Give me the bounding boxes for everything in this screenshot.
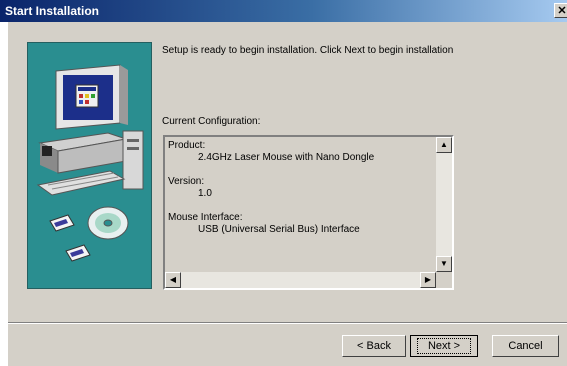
floppy-disk-icon bbox=[49, 214, 75, 232]
current-configuration-label: Current Configuration: bbox=[162, 116, 261, 127]
version-value: 1.0 bbox=[198, 188, 212, 199]
horizontal-scrollbar[interactable]: ◀ ▶ bbox=[165, 272, 436, 288]
window-title: Start Installation bbox=[5, 4, 100, 18]
setup-message: Setup is ready to begin installation. Cl… bbox=[162, 45, 454, 56]
back-button[interactable]: < Back bbox=[342, 335, 406, 357]
product-value: 2.4GHz Laser Mouse with Nano Dongle bbox=[198, 152, 375, 163]
left-border bbox=[0, 22, 8, 366]
cd-icon bbox=[87, 206, 129, 240]
mouse-interface-label: Mouse Interface: bbox=[168, 212, 243, 223]
vertical-scrollbar[interactable]: ▲ ▼ bbox=[436, 137, 452, 272]
monitor-icon bbox=[55, 64, 128, 130]
installer-window: Start Installation ✕ Setup is ready to b… bbox=[0, 0, 567, 366]
scroll-up-button[interactable]: ▲ bbox=[436, 137, 452, 153]
close-button[interactable]: ✕ bbox=[554, 3, 567, 18]
separator-highlight bbox=[8, 323, 567, 324]
cancel-button[interactable]: Cancel bbox=[492, 335, 559, 357]
scroll-left-button[interactable]: ◀ bbox=[165, 272, 181, 288]
keyboard-icon bbox=[36, 170, 126, 196]
configuration-listbox[interactable]: Product: 2.4GHz Laser Mouse with Nano Do… bbox=[163, 135, 454, 290]
scroll-down-button[interactable]: ▼ bbox=[436, 256, 452, 272]
setup-illustration bbox=[27, 42, 152, 289]
scroll-right-button[interactable]: ▶ bbox=[420, 272, 436, 288]
product-label: Product: bbox=[168, 140, 206, 151]
floppy-disk-icon-2 bbox=[65, 244, 91, 262]
title-bar: Start Installation ✕ bbox=[0, 0, 567, 22]
next-button[interactable]: Next > bbox=[410, 335, 478, 357]
next-button-label: Next > bbox=[416, 338, 472, 354]
configuration-text: Product: 2.4GHz Laser Mouse with Nano Do… bbox=[168, 140, 374, 236]
version-label: Version: bbox=[168, 176, 205, 187]
mouse-interface-value: USB (Universal Serial Bus) Interface bbox=[198, 224, 360, 235]
